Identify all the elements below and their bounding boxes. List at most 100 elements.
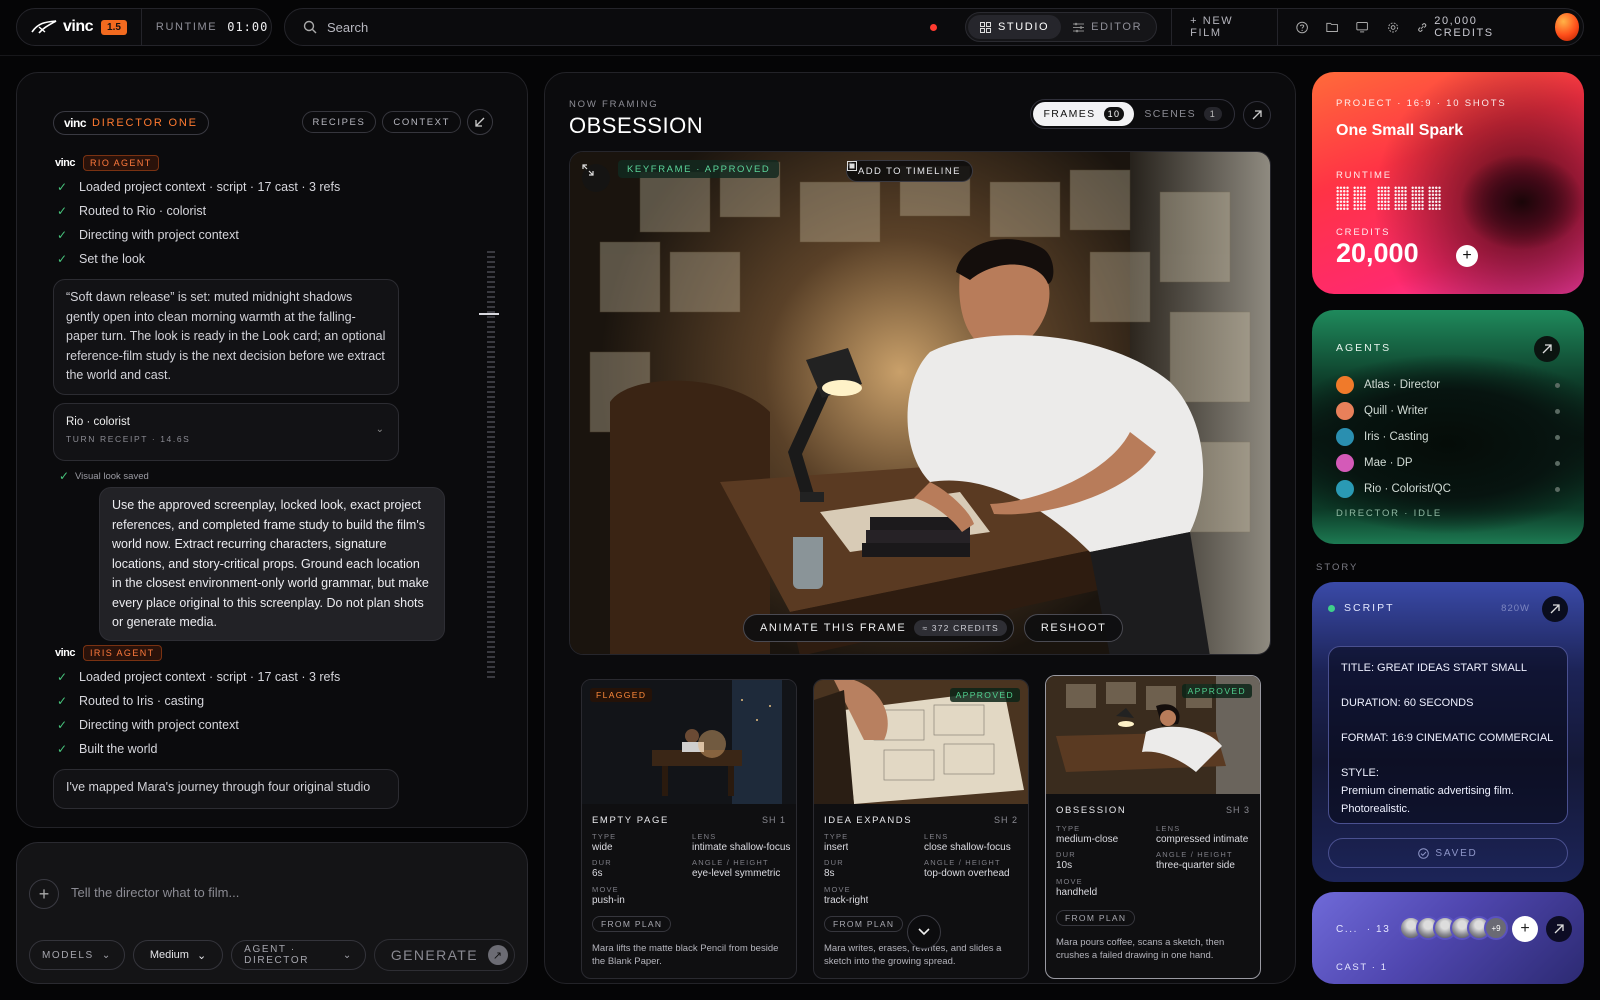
open-button[interactable] — [1243, 101, 1271, 129]
chevron-down-icon: ⌄ — [375, 424, 384, 435]
agent-item[interactable]: Quill · Writer — [1336, 398, 1560, 424]
cast-avatars: +9 — [1399, 916, 1508, 940]
agents-open-button[interactable] — [1534, 336, 1560, 362]
script-open-button[interactable] — [1542, 596, 1568, 622]
top-bar: vinc 1.5 RUNTIME 01:00 Search STUDIO EDI… — [0, 0, 1600, 56]
agent-item[interactable]: Mae · DP — [1336, 450, 1560, 476]
angle-label: ANGLE / HEIGHT — [1156, 850, 1233, 859]
monitor-icon[interactable] — [1356, 20, 1369, 34]
from-plan-badge: FROM PLAN — [592, 916, 672, 932]
rio-agent-header: vinc RIO AGENT — [55, 155, 159, 171]
attach-button[interactable]: + — [29, 879, 59, 909]
cast-card[interactable]: C... · 13 +9 + CAST · 1 — [1312, 892, 1584, 984]
script-text-area[interactable]: TITLE: GREAT IDEAS START SMALL DURATION:… — [1328, 646, 1568, 824]
from-plan-badge: FROM PLAN — [824, 916, 904, 932]
user-avatar[interactable] — [1554, 13, 1579, 41]
chat-scrollbar[interactable] — [487, 251, 495, 681]
expand-button[interactable] — [582, 164, 610, 192]
keyframe-image[interactable]: KEYFRAME · APPROVED ADD TO TIMELINE ANIM… — [569, 151, 1271, 655]
script-line: Premium cinematic advertising film. — [1341, 785, 1514, 797]
runtime-label: RUNTIME — [155, 21, 218, 33]
dur-label: DUR — [824, 858, 844, 867]
step-item: ✓ Directing with project context — [57, 223, 477, 247]
agent-avatar — [1336, 454, 1354, 472]
angle-value: top-down overhead — [924, 868, 1010, 879]
recipes-button[interactable]: RECIPES — [301, 111, 377, 133]
runtime-digit — [1394, 186, 1407, 210]
status-badge: APPROVED — [949, 688, 1020, 702]
help-icon[interactable] — [1296, 20, 1308, 35]
dur-label: DUR — [1056, 850, 1076, 859]
add-credits-button[interactable]: + — [1456, 245, 1478, 267]
reshoot-button[interactable]: RESHOOT — [1023, 614, 1124, 642]
prompt-input[interactable]: Tell the director what to film... — [71, 885, 239, 900]
agent-logo: vinc — [55, 647, 76, 659]
lens-label: LENS — [692, 832, 717, 841]
move-value: track-right — [824, 895, 869, 906]
agent-tag: IRIS AGENT — [83, 645, 162, 661]
search-input[interactable]: Search — [327, 20, 368, 35]
models-select[interactable]: MODELS ⌄ — [29, 940, 125, 970]
collapse-button[interactable] — [467, 109, 493, 135]
agents-title: AGENTS — [1336, 342, 1392, 354]
dur-value: 6s — [592, 868, 603, 879]
scroll-down-button[interactable] — [907, 915, 941, 949]
shot-card[interactable]: FLAGGED EMPTY PAGE SH 1 TYPE wide LENS i… — [581, 679, 797, 979]
tab-studio[interactable]: STUDIO — [968, 15, 1062, 39]
scroll-thumb[interactable] — [479, 313, 499, 315]
animate-frame-button[interactable]: ANIMATE THIS FRAME ≈ 372 CREDITS — [743, 614, 1014, 642]
check-icon: ✓ — [57, 742, 68, 756]
agent-status-dot — [1555, 408, 1560, 414]
runtime-dot-display — [1336, 186, 1441, 210]
logo[interactable]: vinc 1.5 — [17, 9, 142, 45]
folder-icon[interactable] — [1326, 20, 1338, 34]
new-film-button[interactable]: + NEW FILM — [1171, 9, 1278, 45]
agents-list: Atlas · Director Quill · Writer Iris · C… — [1336, 372, 1560, 502]
turn-receipt[interactable]: Rio · colorist TURN RECEIPT · 14.6S ⌄ — [53, 403, 399, 461]
tab-scenes[interactable]: SCENES 1 — [1134, 102, 1232, 126]
scenes-label: SCENES — [1144, 108, 1196, 120]
shot-card-selected[interactable]: APPROVED OBSESSION SH 3 TYPE medium-clos… — [1045, 675, 1261, 979]
step-text: Loaded project context · script · 17 cas… — [79, 670, 341, 684]
project-card[interactable]: PROJECT · 16:9 · 10 SHOTS One Small Spar… — [1312, 72, 1584, 294]
add-to-timeline-button[interactable]: ADD TO TIMELINE — [846, 160, 973, 182]
credits-label: CREDITS — [1336, 227, 1391, 238]
saved-button[interactable]: SAVED — [1328, 838, 1568, 868]
chevron-down-icon — [918, 928, 930, 936]
step-text: Set the look — [79, 252, 146, 266]
shot-name: EMPTY PAGE — [592, 815, 669, 826]
cast-open-button[interactable] — [1546, 916, 1572, 942]
quality-select[interactable]: Medium ⌄ — [132, 940, 224, 970]
agent-tag: RIO AGENT — [83, 155, 159, 171]
agent-name: Rio · Colorist/QC — [1364, 483, 1451, 495]
add-cast-button[interactable]: + — [1512, 916, 1538, 942]
search-field[interactable]: Search — [297, 13, 949, 41]
shot-name: IDEA EXPANDS — [824, 815, 913, 826]
shot-number: SH 1 — [761, 815, 786, 825]
gear-icon[interactable] — [1387, 20, 1399, 35]
shot-number: SH 2 — [993, 815, 1018, 825]
step-item: ✓ Built the world — [57, 737, 477, 761]
credits-readout[interactable]: 20,000 CREDITS — [1417, 15, 1521, 39]
agent-item[interactable]: Rio · Colorist/QC — [1336, 476, 1560, 502]
runtime-digit — [1411, 186, 1424, 210]
tab-editor[interactable]: EDITOR — [1061, 15, 1154, 39]
project-title: One Small Spark — [1336, 122, 1464, 139]
script-line: DURATION: 60 SECONDS — [1341, 697, 1474, 709]
lens-label: LENS — [924, 832, 949, 841]
generate-button[interactable]: GENERATE ↗ — [373, 939, 515, 971]
agent-select[interactable]: AGENT · DIRECTOR ⌄ — [231, 940, 366, 970]
runtime-separator — [1370, 186, 1373, 210]
frames-count: 10 — [1103, 107, 1125, 121]
context-button[interactable]: CONTEXT — [382, 111, 461, 133]
agent-name: Atlas · Director — [1364, 379, 1441, 391]
shot-name: OBSESSION — [1056, 805, 1127, 816]
agent-item[interactable]: Atlas · Director — [1336, 372, 1560, 398]
animate-label: ANIMATE THIS FRAME — [760, 622, 907, 634]
agent-item[interactable]: Iris · Casting — [1336, 424, 1560, 450]
tab-frames[interactable]: FRAMES 10 — [1033, 102, 1135, 126]
scenes-count: 1 — [1204, 107, 1222, 121]
user-message: Use the approved screenplay, locked look… — [99, 487, 445, 641]
agent-message-partial: I've mapped Mara's journey through four … — [53, 769, 399, 809]
agent-name: Iris · Casting — [1364, 431, 1429, 443]
